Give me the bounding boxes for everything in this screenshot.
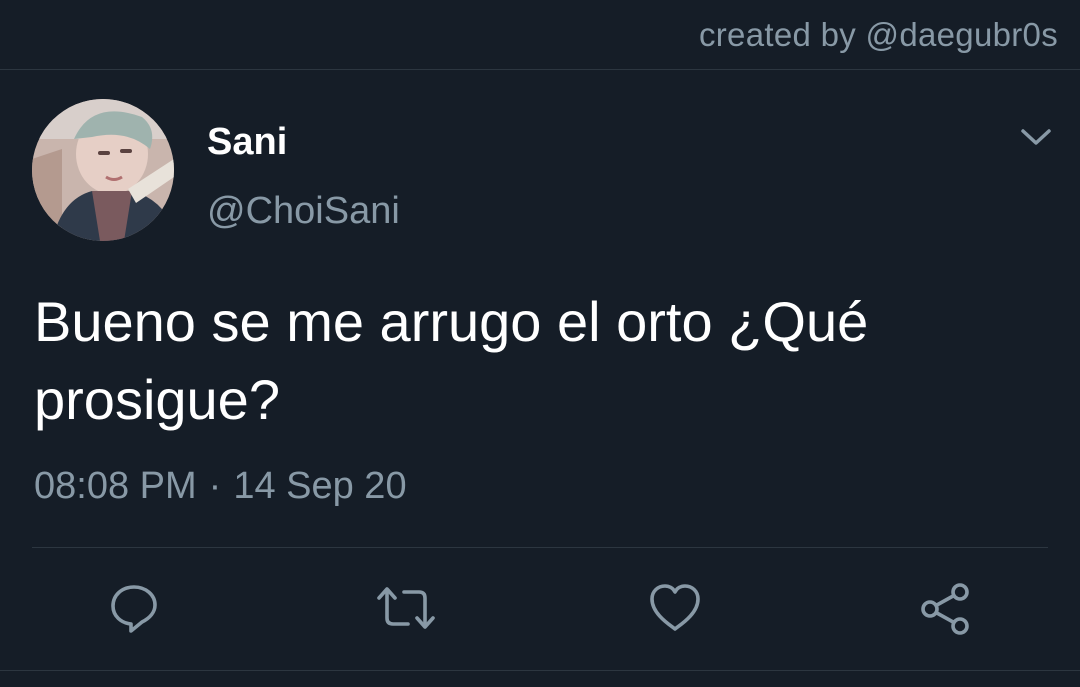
bottom-divider	[0, 670, 1080, 671]
heart-icon	[650, 584, 700, 631]
retweet-icon	[377, 587, 435, 629]
avatar[interactable]	[32, 99, 174, 241]
like-button[interactable]	[648, 582, 700, 634]
tweet-time: 08:08 PM	[34, 465, 197, 507]
share-button[interactable]	[918, 582, 970, 635]
display-name[interactable]: Sani	[207, 121, 287, 164]
tweet-text: Bueno se me arrugo el orto ¿Qué prosigue…	[34, 290, 869, 431]
credit-bar: created by @daegubr0s	[0, 0, 1080, 70]
reply-icon	[111, 585, 157, 633]
reply-button[interactable]	[108, 582, 160, 634]
credit-text: created by @daegubr0s	[698, 16, 1058, 53]
tweet-timestamp[interactable]: 08:08 PM · 14 Sep 20	[34, 465, 407, 508]
tweet-screenshot: created by @daegubr0s Sani @ChoiSani Bue…	[0, 0, 1080, 687]
user-handle[interactable]: @ChoiSani	[207, 190, 400, 233]
avatar-image	[32, 99, 174, 241]
divider	[32, 547, 1048, 548]
meta-separator: ·	[208, 465, 222, 507]
tweet-date: 14 Sep 20	[233, 465, 407, 507]
retweet-button[interactable]	[376, 582, 435, 634]
chevron-down-icon[interactable]	[1018, 122, 1054, 152]
share-icon	[921, 583, 969, 635]
